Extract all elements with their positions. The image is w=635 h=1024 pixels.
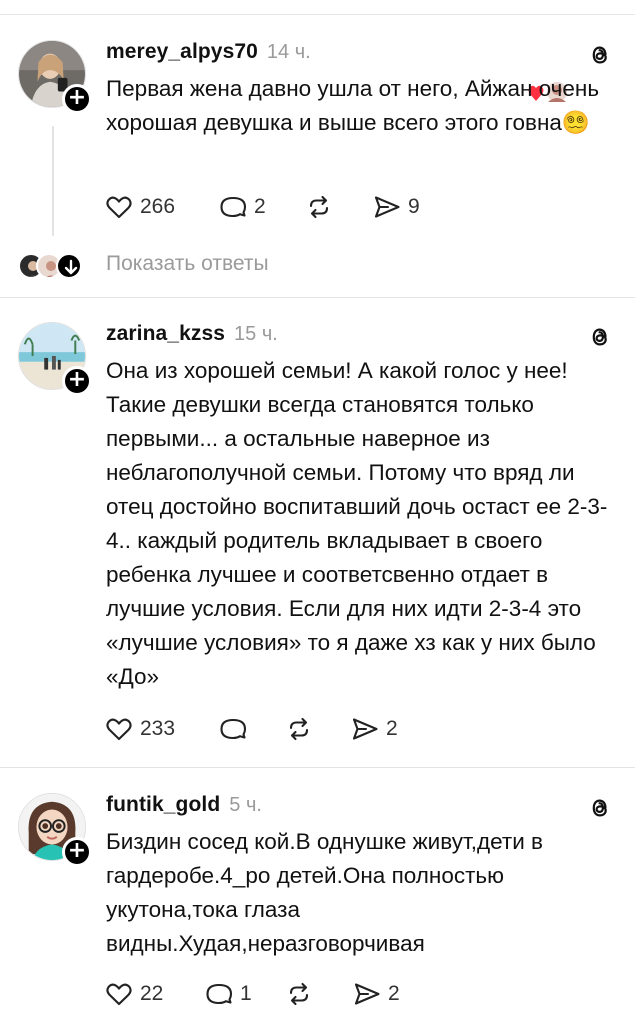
share-icon xyxy=(374,196,400,218)
like-button[interactable]: 22 xyxy=(104,979,163,1009)
username[interactable]: funtik_gold xyxy=(106,793,220,817)
share-count: 2 xyxy=(386,717,398,740)
threads-logo-icon[interactable] xyxy=(587,324,613,350)
post-text: Биздин сосед кой.В однушке живут,дети в … xyxy=(106,829,543,956)
comment-button[interactable]: 1 xyxy=(204,979,252,1009)
comment-icon xyxy=(220,718,247,740)
post-text: Она из хорошей семьи! А какой голос у не… xyxy=(106,358,608,689)
like-button[interactable]: 233 xyxy=(104,714,175,744)
timestamp: 5 ч. xyxy=(229,794,262,816)
share-icon xyxy=(354,983,380,1005)
share-count: 2 xyxy=(388,982,400,1005)
like-count: 266 xyxy=(140,195,176,218)
post-funtik: + funtik_gold 5 ч. Биздин сосед кой.В од… xyxy=(0,793,635,1024)
heart-icon xyxy=(106,718,132,741)
follow-plus-icon[interactable]: + xyxy=(62,837,92,867)
repost-icon xyxy=(309,195,329,219)
post-divider xyxy=(0,767,635,768)
like-count: 22 xyxy=(140,982,164,1005)
follow-plus-icon[interactable]: + xyxy=(62,84,92,114)
avatar-container[interactable]: + xyxy=(18,793,92,867)
share-button[interactable]: 9 xyxy=(372,192,420,222)
timestamp: 14 ч. xyxy=(266,41,311,63)
share-button[interactable]: 2 xyxy=(350,714,398,744)
post-divider xyxy=(0,297,635,298)
follow-plus-icon[interactable]: + xyxy=(62,366,92,396)
comment-count: 2 xyxy=(254,195,266,218)
chevron-down-icon xyxy=(56,253,82,279)
share-icon xyxy=(352,718,378,740)
avatar-container[interactable]: + xyxy=(18,40,92,114)
username[interactable]: zarina_kzss xyxy=(106,322,225,346)
show-replies-link[interactable]: Показать ответы xyxy=(106,252,269,276)
username[interactable]: merey_alpys70 xyxy=(106,40,258,64)
threads-logo-icon[interactable] xyxy=(587,42,613,68)
comment-button[interactable]: 2 xyxy=(218,192,266,222)
like-count: 233 xyxy=(140,717,176,740)
avatar-container[interactable]: + xyxy=(18,322,92,396)
comment-count: 1 xyxy=(240,982,252,1005)
repost-button[interactable] xyxy=(284,714,314,744)
post-text: Первая жена давно ушла от него, Айжан оч… xyxy=(106,76,600,135)
repost-button[interactable] xyxy=(304,192,334,222)
reply-avatars[interactable] xyxy=(18,253,90,279)
threads-logo-icon[interactable] xyxy=(587,795,613,821)
thread-line xyxy=(52,126,54,236)
comment-button[interactable] xyxy=(218,714,248,744)
share-button[interactable]: 2 xyxy=(352,979,400,1009)
repost-icon xyxy=(289,982,309,1006)
top-divider xyxy=(0,14,635,15)
post-header: merey_alpys70 14 ч. xyxy=(106,40,311,70)
repost-icon xyxy=(289,717,309,741)
timestamp: 15 ч. xyxy=(234,323,278,345)
heart-icon xyxy=(106,196,132,219)
post-zarina: + zarina_kzss 15 ч. Она из хорошей семьи… xyxy=(0,322,635,752)
post-header: zarina_kzss 15 ч. xyxy=(106,322,278,352)
comment-icon xyxy=(220,196,247,218)
repost-button[interactable] xyxy=(284,979,314,1009)
like-button[interactable]: 266 xyxy=(104,192,175,222)
heart-icon xyxy=(106,983,132,1006)
comment-icon xyxy=(206,983,233,1005)
post-merey: + merey_alpys70 14 ч. Первая жена давно … xyxy=(0,40,635,290)
post-header: funtik_gold 5 ч. xyxy=(106,793,262,823)
share-count: 9 xyxy=(408,195,420,218)
